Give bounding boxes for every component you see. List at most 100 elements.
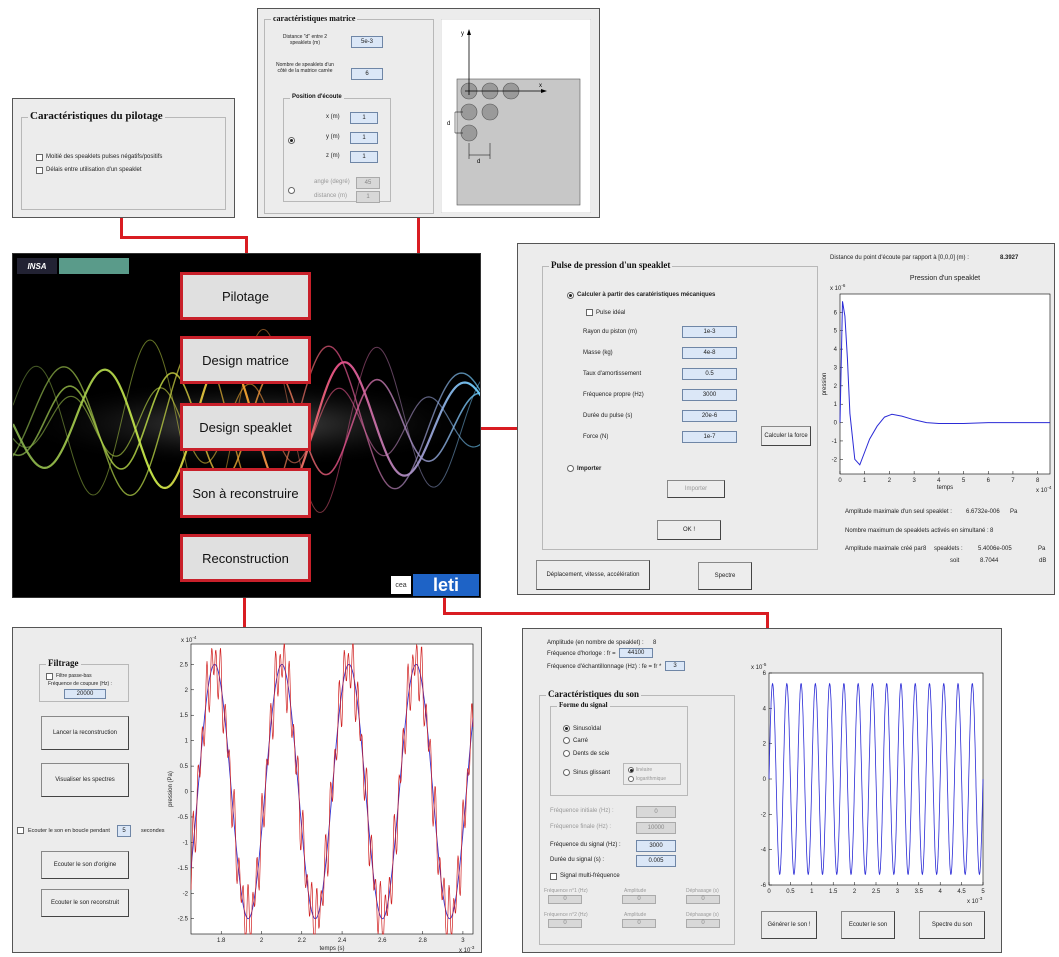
import-radio[interactable] [567, 465, 574, 472]
f1-field[interactable]: 0 [548, 895, 582, 904]
freq-init-label: Fréquence initiale (Hz) : [550, 808, 614, 814]
pulse-group: Pulse de pression d'un speaklet Calculer… [542, 260, 818, 550]
amp-max-value: 6.6732e-006 [966, 509, 1000, 515]
amp-max-label: Amplitude maximale d'un seul speaklet : [845, 509, 952, 515]
deplacement-button[interactable]: Déplacement, vitesse, accélération [536, 560, 650, 590]
f2-field[interactable]: 0 [548, 919, 582, 928]
x-tick-label: 2.4 [338, 938, 347, 944]
ecouter-origine-button[interactable]: Ecouter le son d'origine [41, 851, 129, 879]
dents-radio[interactable] [563, 750, 570, 757]
horloge-field[interactable]: 44100 [619, 648, 653, 658]
y-field[interactable]: 1 [350, 132, 378, 144]
ecouter-boucle-field[interactable]: 5 [117, 825, 131, 837]
speaklet-circle [481, 103, 499, 121]
ecouter-son-button[interactable]: Ecouter le son [841, 911, 895, 939]
ecouter-boucle-checkbox[interactable] [17, 827, 24, 834]
x-field[interactable]: 1 [350, 112, 378, 124]
spectre-button[interactable]: Spectre [698, 562, 752, 590]
sinus-radio[interactable] [563, 725, 570, 732]
y-tick-label: 1 [185, 739, 189, 745]
force-field[interactable]: 1e-7 [682, 431, 737, 443]
angle-field[interactable]: 45 [356, 177, 380, 189]
a2-field[interactable]: 0 [622, 919, 656, 928]
echant-field[interactable]: 3 [665, 661, 685, 671]
speaklet-circle [460, 103, 478, 121]
x-tick-label: 2.6 [378, 938, 387, 944]
matrice-plate [456, 78, 581, 206]
spectre-son-button[interactable]: Spectre du son [919, 911, 985, 939]
lineaire-radio[interactable] [628, 767, 634, 773]
x-tick-label: 7 [1011, 478, 1015, 484]
log-label: logarithmique [636, 776, 667, 782]
menu-design-matrice[interactable]: Design matrice [180, 336, 311, 384]
xyz-radio[interactable] [288, 137, 295, 144]
log-radio[interactable] [628, 776, 634, 782]
z-field[interactable]: 1 [350, 151, 378, 163]
nb-label: Nombre de speaklets d'un côté de la matr… [276, 62, 334, 74]
x-tick-label: 2 [888, 478, 892, 484]
duree-sig-field[interactable]: 0.005 [636, 855, 676, 867]
pulse-ideal-checkbox[interactable] [586, 309, 593, 316]
visualiser-button[interactable]: Visualiser les spectres [41, 763, 129, 797]
d1-field[interactable]: 0 [686, 895, 720, 904]
freq-coupure-field[interactable]: 20000 [64, 689, 106, 699]
generer-button[interactable]: Générer le son ! [761, 911, 817, 939]
pulse-title: Pulse de pression d'un speaklet [549, 260, 673, 270]
freq-fin-field[interactable]: 10000 [636, 822, 676, 834]
importer-button[interactable]: Importer [667, 480, 725, 498]
matrice-title: caractéristiques matrice [271, 14, 358, 23]
x-axis-label: temps [937, 485, 953, 491]
filtre-checkbox[interactable] [46, 673, 53, 680]
delais-checkbox[interactable] [36, 167, 43, 174]
ok-button[interactable]: OK ! [657, 520, 721, 540]
freq-init-field[interactable]: 0 [636, 806, 676, 818]
f2-label: Fréquence n°2 (Hz) [544, 912, 588, 918]
distance-text: Distance du point d'écoute par rapport à… [830, 255, 969, 261]
a2-label: Amplitude [624, 912, 647, 918]
freq-field[interactable]: 3000 [682, 389, 737, 401]
x-tick-label: 4 [937, 478, 941, 484]
d2-field[interactable]: 0 [686, 919, 720, 928]
menu-pilotage[interactable]: Pilotage [180, 272, 311, 320]
glissant-radio[interactable] [563, 769, 570, 776]
menu-design-speaklet[interactable]: Design speaklet [180, 403, 311, 451]
pilotage-panel: Caractéristiques du pilotage Moitié des … [12, 98, 235, 218]
freq-sig-field[interactable]: 3000 [636, 840, 676, 852]
rayon-field[interactable]: 1e-3 [682, 326, 737, 338]
z-label: z (m) [326, 153, 340, 159]
angle-radio[interactable] [288, 187, 295, 194]
amp-cree-n: 8 [923, 546, 927, 552]
x-exponent: x 10-3 [967, 896, 983, 905]
forme-group: Forme du signal Sinusoïdal Carré Dents d… [550, 701, 688, 796]
chart-title: Pression d'un speaklet [910, 275, 980, 282]
calc-radio[interactable] [567, 292, 574, 299]
dist-field[interactable]: 5e-3 [351, 36, 383, 48]
multi-checkbox[interactable] [550, 873, 557, 880]
axis-x-label: x [539, 83, 542, 89]
x-tick-label: 3 [896, 889, 900, 895]
amp-cree-unit: Pa [1038, 546, 1046, 552]
carre-radio[interactable] [563, 737, 570, 744]
pilotage-title: Caractéristiques du pilotage [28, 110, 165, 122]
ecouter-reconstruit-button[interactable]: Ecouter le son reconstruit [41, 889, 129, 917]
a1-field[interactable]: 0 [622, 895, 656, 904]
menu-son-a-reconstruire[interactable]: Son à reconstruire [180, 468, 311, 518]
amort-field[interactable]: 0.5 [682, 368, 737, 380]
y-axis-label: pression (Pa) [168, 771, 174, 807]
y-tick-label: 2 [185, 688, 189, 694]
y-exponent: x 10-6 [830, 283, 846, 292]
menu-reconstruction[interactable]: Reconstruction [180, 534, 311, 582]
calculer-force-button[interactable]: Calculer la force [761, 426, 811, 446]
freq-coupure-label: Fréquence de coupure (Hz) : [48, 681, 112, 687]
amp-cree-label: Amplitude maximale créé par [845, 546, 923, 552]
lancer-button[interactable]: Lancer la reconstruction [41, 716, 129, 750]
y-tick-label: -0.5 [178, 815, 189, 821]
distance-field[interactable]: 1 [356, 191, 380, 203]
masse-field[interactable]: 4e-8 [682, 347, 737, 359]
nb-field[interactable]: 6 [351, 68, 383, 80]
duree-field[interactable]: 20e-6 [682, 410, 737, 422]
d2-label: Déphasage (s) [686, 912, 719, 918]
y-tick-label: -1 [832, 439, 838, 445]
speaklet-panel: Pulse de pression d'un speaklet Calculer… [517, 243, 1055, 595]
moitie-checkbox[interactable] [36, 154, 43, 161]
